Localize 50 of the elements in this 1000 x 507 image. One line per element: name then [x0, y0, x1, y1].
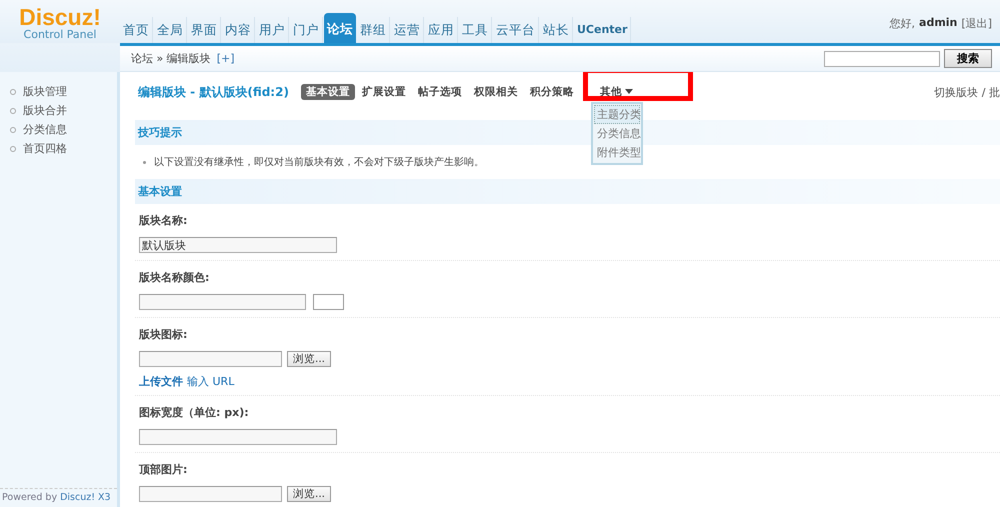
- tab[interactable]: 扩展设置: [356, 84, 411, 100]
- menu-item[interactable]: 分类信息: [594, 124, 640, 143]
- greeting-text: 您好,: [890, 16, 916, 31]
- tab[interactable]: 权限相关: [468, 84, 523, 100]
- nav-tab[interactable]: 论坛: [324, 13, 356, 43]
- bullet-icon: [10, 108, 16, 114]
- header-link[interactable]: / 批: [982, 84, 1000, 100]
- powered-by-link[interactable]: Discuz! X3: [60, 492, 111, 503]
- logo-subtitle: Control Panel: [24, 28, 96, 41]
- bullet-icon: [143, 160, 146, 164]
- page-title: 编辑版块 - 默认版块(fid:2): [138, 84, 289, 100]
- logout-link[interactable]: [退出]: [961, 16, 992, 31]
- add-favorite-link[interactable]: [+]: [216, 52, 235, 65]
- field-label: 图标宽度（单位: px):: [139, 405, 250, 421]
- upload-link[interactable]: 输入 URL: [187, 374, 234, 389]
- logo-title: Discuz!: [19, 6, 101, 28]
- tab[interactable]: 积分策略: [524, 84, 579, 100]
- tab[interactable]: 基本设置: [300, 84, 355, 100]
- field-label: 版块名称:: [139, 213, 188, 229]
- bullet-icon: [10, 146, 16, 152]
- search-button[interactable]: 搜索: [944, 49, 992, 68]
- sidebar-item[interactable]: 分类信息: [0, 120, 117, 139]
- sidebar-item[interactable]: 首页四格: [0, 139, 117, 158]
- caret-icon: [624, 89, 633, 94]
- section-header: 基本设置: [135, 179, 1000, 204]
- sidebar-item[interactable]: 版块管理: [0, 82, 117, 101]
- menu-item[interactable]: 主题分类: [594, 105, 640, 124]
- bullet-icon: [10, 126, 16, 132]
- input-field[interactable]: 默认版块: [139, 237, 337, 253]
- powered-by-text: Powered by: [2, 492, 58, 503]
- tab[interactable]: 帖子选项: [412, 84, 467, 100]
- tip-text: 以下设置没有继承性，即仅对当前版块有效，不会对下级子版块产生影响。: [154, 156, 484, 169]
- field-label: 顶部图片:: [139, 462, 188, 478]
- search-field[interactable]: [824, 50, 940, 66]
- menu-item[interactable]: 附件类型: [594, 143, 640, 162]
- file-field[interactable]: [139, 351, 282, 367]
- color-swatch[interactable]: [313, 294, 344, 310]
- upload-link[interactable]: 上传文件: [139, 374, 183, 389]
- bullet-icon: [10, 88, 16, 94]
- file-field[interactable]: [139, 486, 282, 502]
- browse-button[interactable]: 浏览...: [287, 486, 332, 502]
- field-label: 版块名称颜色:: [139, 270, 210, 286]
- sidebar-item[interactable]: 版块合并: [0, 101, 117, 120]
- header-link[interactable]: 切换版块: [934, 84, 978, 100]
- username: admin: [919, 16, 958, 31]
- input-field[interactable]: [139, 294, 306, 310]
- breadcrumb: 论坛 » 编辑版块: [131, 51, 211, 66]
- browse-button[interactable]: 浏览...: [287, 351, 332, 367]
- field-label: 版块图标:: [139, 327, 188, 343]
- input-field[interactable]: [139, 429, 337, 445]
